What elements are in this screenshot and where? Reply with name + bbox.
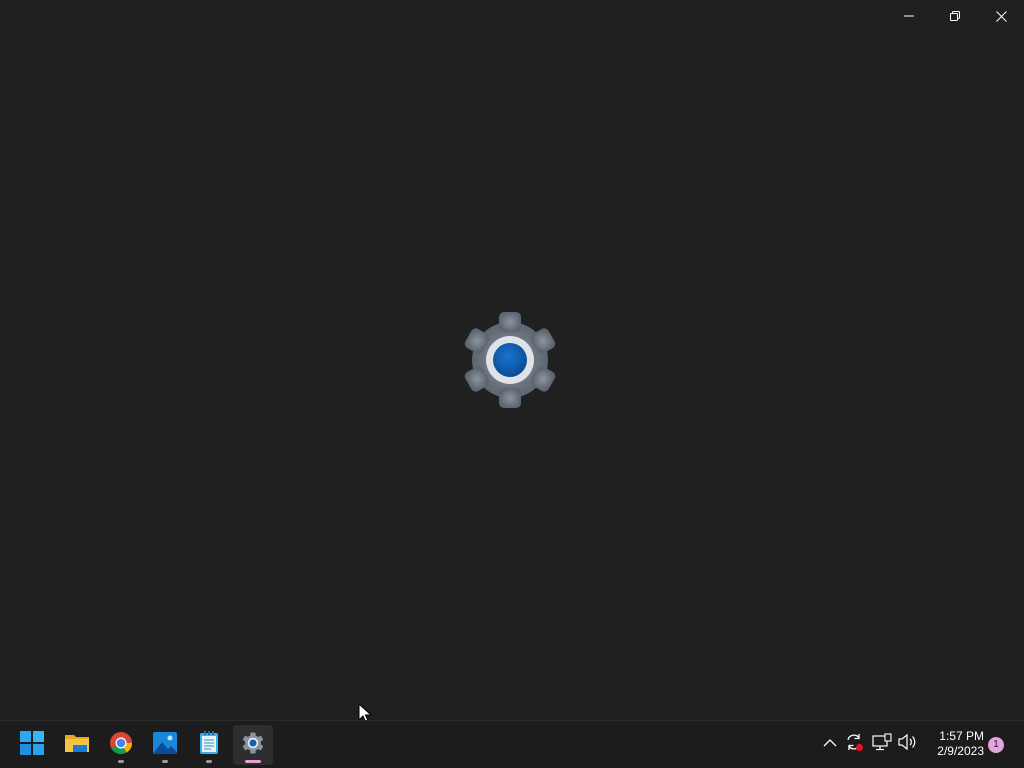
active-indicator bbox=[245, 760, 261, 763]
running-indicator bbox=[118, 760, 124, 763]
settings-icon bbox=[242, 731, 264, 759]
running-indicator bbox=[162, 760, 168, 763]
notification-badge[interactable]: 1 bbox=[988, 737, 1004, 753]
taskbar-notepad[interactable] bbox=[189, 725, 229, 765]
windows-start-icon bbox=[20, 730, 44, 760]
taskbar-file-explorer[interactable] bbox=[57, 725, 97, 765]
minimize-button[interactable] bbox=[886, 0, 932, 32]
close-icon bbox=[995, 10, 1007, 22]
notepad-icon bbox=[199, 730, 219, 760]
volume-tray-button[interactable] bbox=[896, 733, 918, 755]
settings-gear-icon bbox=[460, 312, 560, 412]
settings-window bbox=[0, 0, 1024, 720]
minimize-icon bbox=[904, 11, 914, 21]
title-bar[interactable] bbox=[0, 0, 1024, 32]
taskbar-chrome[interactable] bbox=[101, 725, 141, 765]
chrome-icon bbox=[109, 731, 133, 760]
network-tray-button[interactable] bbox=[871, 732, 893, 756]
clock-date: 2/9/2023 bbox=[937, 744, 984, 758]
show-hidden-icons-button[interactable] bbox=[819, 733, 841, 755]
clock-time: 1:57 PM bbox=[939, 729, 984, 743]
restore-icon bbox=[950, 11, 960, 21]
taskbar-photos[interactable] bbox=[145, 725, 185, 765]
sync-tray-button[interactable] bbox=[843, 733, 865, 755]
start-button[interactable] bbox=[12, 725, 52, 765]
taskbar: 1:57 PM 2/9/2023 1 bbox=[0, 720, 1024, 768]
file-explorer-icon bbox=[64, 732, 90, 759]
chevron-up-icon bbox=[823, 735, 837, 753]
running-indicator bbox=[206, 760, 212, 763]
close-button[interactable] bbox=[978, 0, 1024, 32]
volume-icon bbox=[897, 733, 917, 756]
clock-button[interactable]: 1:57 PM 2/9/2023 bbox=[926, 729, 984, 759]
restore-button[interactable] bbox=[932, 0, 978, 32]
photos-icon bbox=[153, 731, 177, 759]
taskbar-settings[interactable] bbox=[233, 725, 273, 765]
sync-icon bbox=[844, 732, 864, 757]
network-icon bbox=[872, 732, 892, 756]
